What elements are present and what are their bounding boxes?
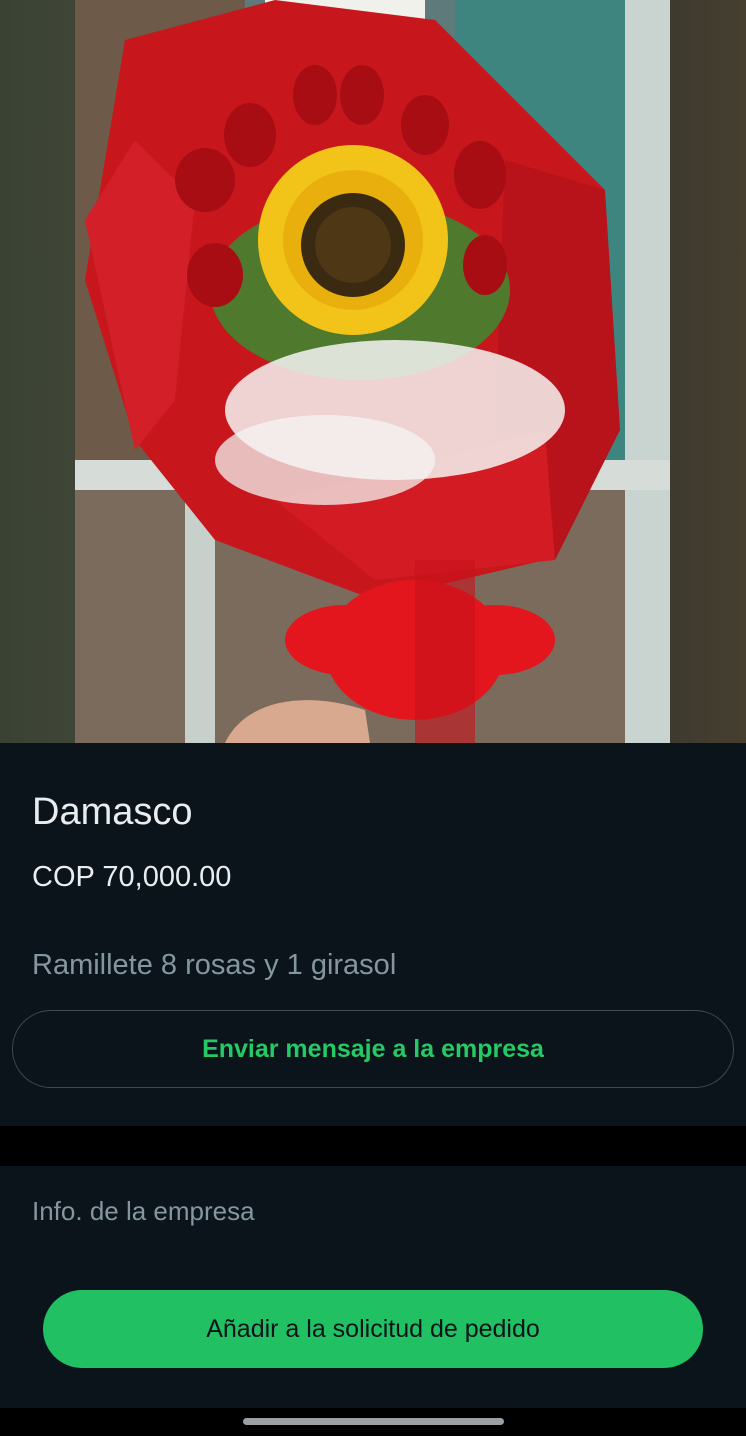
product-details: Damasco COP 70,000.00 Ramillete 8 rosas … xyxy=(0,743,746,1126)
section-divider xyxy=(0,1126,746,1166)
product-name: Damasco xyxy=(32,791,193,833)
home-indicator[interactable] xyxy=(243,1418,504,1425)
company-info-link[interactable]: Info. de la empresa xyxy=(32,1196,255,1227)
bouquet-illustration xyxy=(75,0,670,743)
product-price: COP 70,000.00 xyxy=(32,861,232,893)
product-image-area xyxy=(0,0,746,743)
product-photo[interactable] xyxy=(75,0,670,743)
company-section: Info. de la empresa Añadir a la solicitu… xyxy=(0,1166,746,1408)
message-business-button[interactable]: Enviar mensaje a la empresa xyxy=(12,1010,734,1088)
add-to-order-button[interactable]: Añadir a la solicitud de pedido xyxy=(43,1290,703,1368)
system-nav-bar xyxy=(0,1408,746,1436)
product-description: Ramillete 8 rosas y 1 girasol xyxy=(32,949,397,981)
